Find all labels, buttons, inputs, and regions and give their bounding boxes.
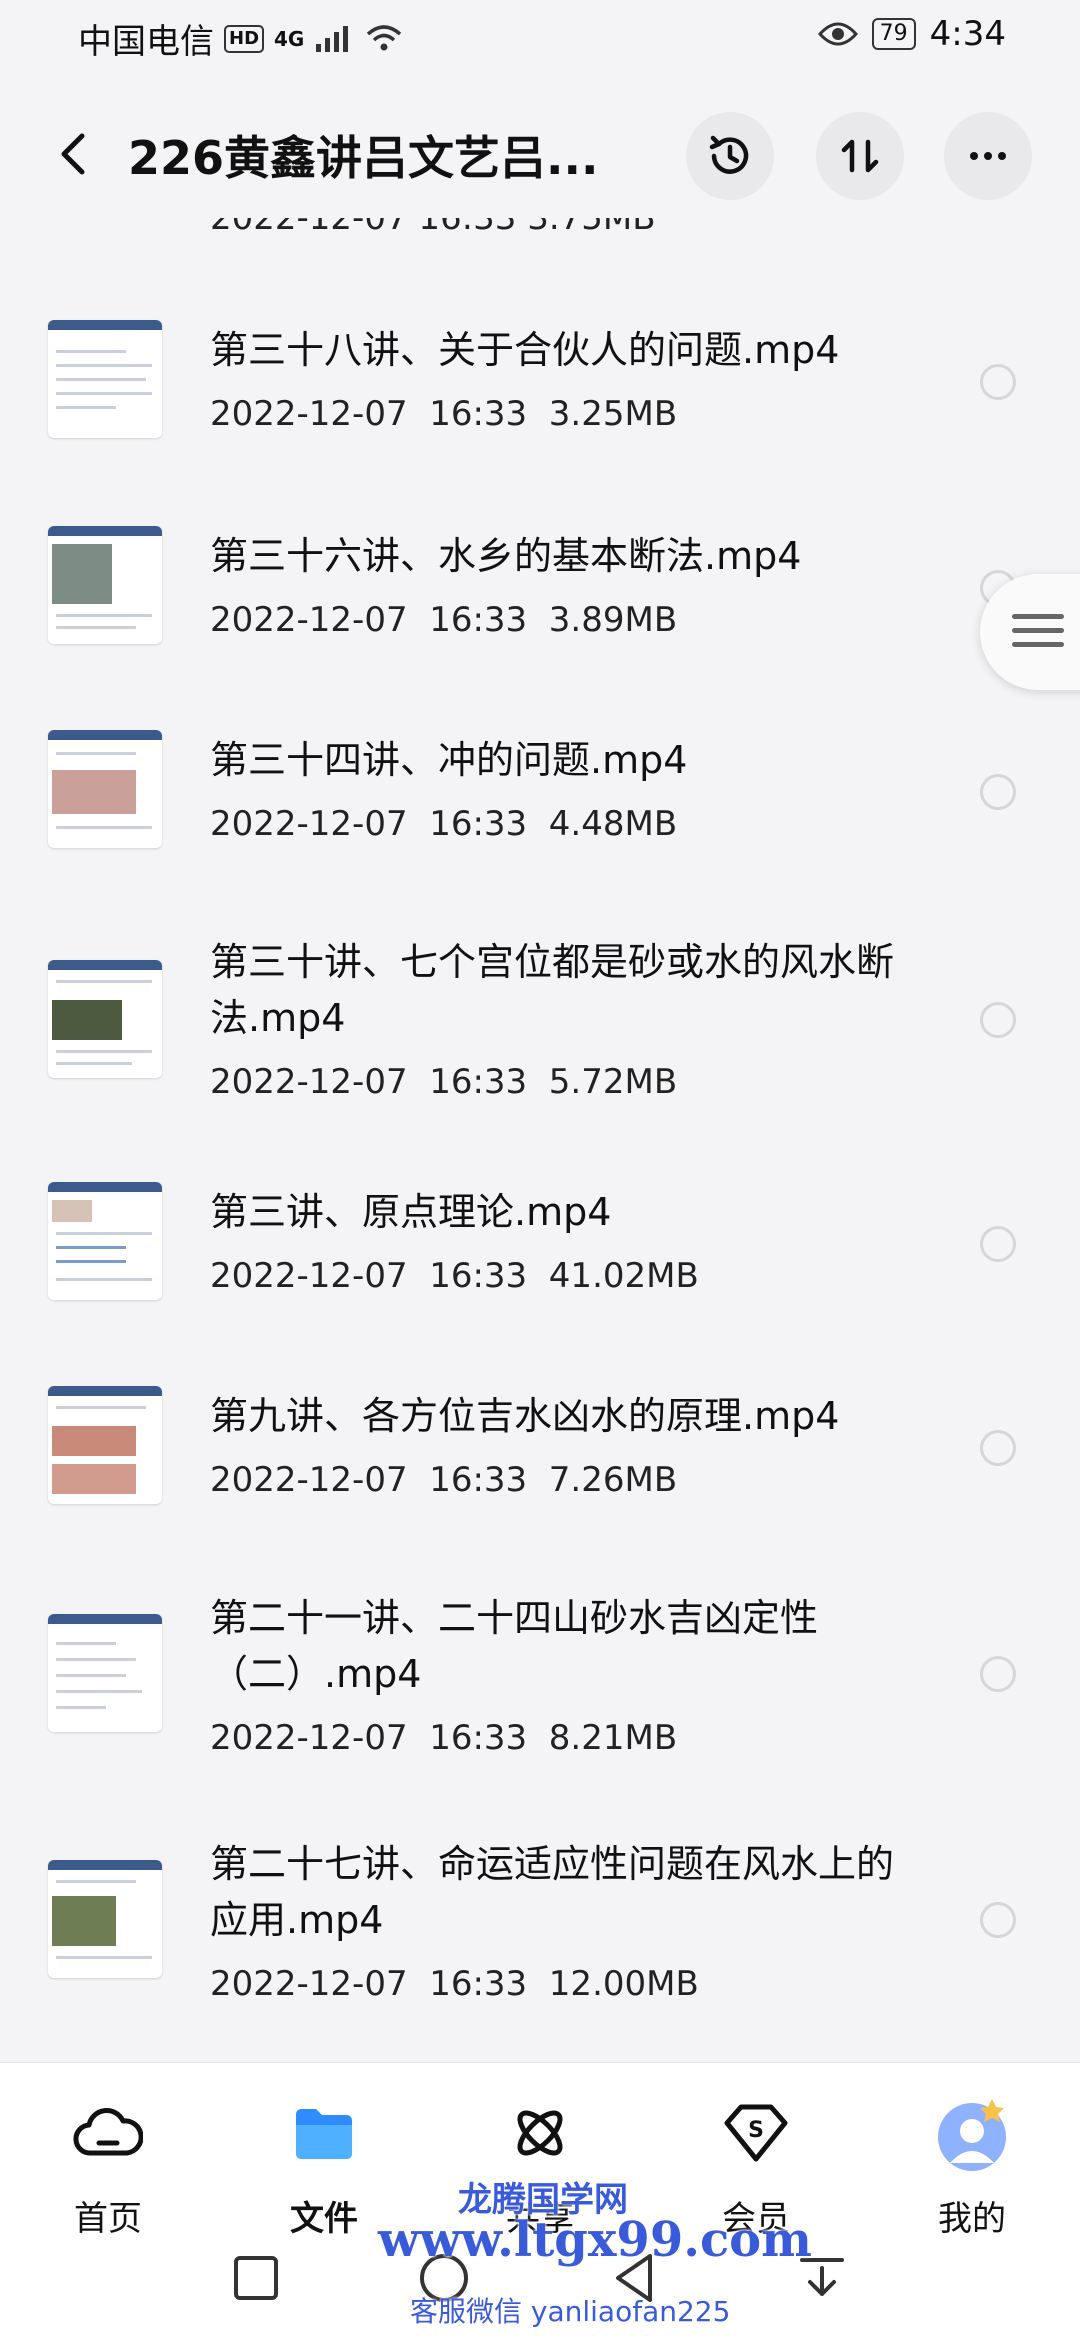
history-button[interactable]: [686, 112, 774, 200]
square-icon: [234, 2256, 278, 2300]
status-right: 79 4:34: [817, 14, 1006, 54]
eye-icon: [817, 22, 858, 46]
network-type-label: 4G: [274, 26, 305, 51]
vip-diamond-icon: S: [716, 2093, 796, 2173]
select-radio[interactable]: [980, 774, 1016, 810]
side-menu-handle[interactable]: [980, 574, 1080, 690]
carrier-label: 中国电信: [78, 22, 214, 62]
nav-label: 我的: [938, 2199, 1006, 2239]
more-button[interactable]: [944, 112, 1032, 200]
nav-me[interactable]: 我的: [892, 2093, 1052, 2240]
cloud-icon: [68, 2093, 148, 2173]
nav-label: 首页: [74, 2199, 142, 2239]
signal-icon: [316, 25, 349, 52]
header: 226黄鑫讲吕文艺吕...: [0, 100, 1080, 210]
select-radio[interactable]: [980, 1002, 1016, 1038]
file-meta: 2022-12-07 16:33 8.21MB: [210, 1718, 678, 1758]
wifi-icon: [367, 24, 402, 50]
file-meta: 2022-12-07 16:33 3.89MB: [210, 600, 678, 640]
watermark-url: www.ltgx99.com: [378, 2212, 812, 2268]
file-name: 第九讲、各方位吉水凶水的原理.mp4: [210, 1394, 840, 1438]
status-left: 中国电信 HD 4G: [78, 14, 404, 63]
select-radio[interactable]: [980, 1430, 1016, 1466]
folder-icon: [284, 2093, 364, 2173]
video-thumbnail: [48, 730, 162, 848]
select-radio[interactable]: [980, 1226, 1016, 1262]
nav-home[interactable]: 首页: [28, 2093, 188, 2240]
select-radio[interactable]: [980, 1902, 1016, 1938]
more-icon: [970, 152, 1006, 160]
share-atom-icon: [500, 2093, 580, 2173]
file-name: 第三讲、原点理论.mp4: [210, 1190, 612, 1234]
back-button[interactable]: [48, 124, 98, 184]
file-name: 第二十一讲、二十四山砂水吉凶定性（二）.mp4: [210, 1596, 819, 1696]
page-title: 226黄鑫讲吕文艺吕...: [128, 131, 599, 185]
video-thumbnail: [48, 1386, 162, 1504]
sort-button[interactable]: [816, 112, 904, 200]
watermark-wechat: 客服微信 yanliaofan225: [410, 2295, 731, 2328]
status-bar: 中国电信 HD 4G 79 4:34: [0, 0, 1080, 80]
video-thumbnail: [48, 960, 162, 1078]
clock-label: 4:34: [929, 14, 1006, 54]
file-meta: 2022-12-07 16:33 7.26MB: [210, 1460, 678, 1500]
recents-button[interactable]: [226, 2248, 286, 2308]
svg-text:S: S: [748, 2118, 764, 2143]
file-meta: 2022-12-07 16:33 4.48MB: [210, 804, 678, 844]
video-thumbnail: [48, 1182, 162, 1300]
file-meta: 2022-12-07 16:33 3.25MB: [210, 394, 678, 434]
sort-icon: [841, 139, 879, 173]
file-meta: 2022-12-07 16:33 5.72MB: [210, 1062, 678, 1102]
history-icon: [709, 135, 749, 174]
hd-icon: HD: [224, 24, 265, 53]
avatar-icon: [932, 2093, 1012, 2173]
select-radio[interactable]: [980, 1656, 1016, 1692]
video-thumbnail: [48, 320, 162, 438]
file-name: 第二十七讲、命运适应性问题在风水上的应用.mp4: [210, 1842, 895, 1942]
file-name: 第三十讲、七个宫位都是砂或水的风水断法.mp4: [210, 940, 895, 1040]
file-name: 第三十六讲、水乡的基本断法.mp4: [210, 534, 802, 578]
battery-icon: 79: [871, 18, 916, 50]
video-thumbnail: [48, 526, 162, 644]
video-thumbnail: [48, 1614, 162, 1732]
back-arrow-icon: [61, 133, 85, 175]
select-radio[interactable]: [980, 364, 1016, 400]
file-meta: 2022-12-07 16:33 12.00MB: [210, 1964, 699, 2004]
file-name: 第三十八讲、关于合伙人的问题.mp4: [210, 328, 840, 372]
file-meta: 2022-12-07 16:33 41.02MB: [210, 1256, 699, 1296]
file-name: 第三十四讲、冲的问题.mp4: [210, 738, 688, 782]
video-thumbnail: [48, 1860, 162, 1978]
